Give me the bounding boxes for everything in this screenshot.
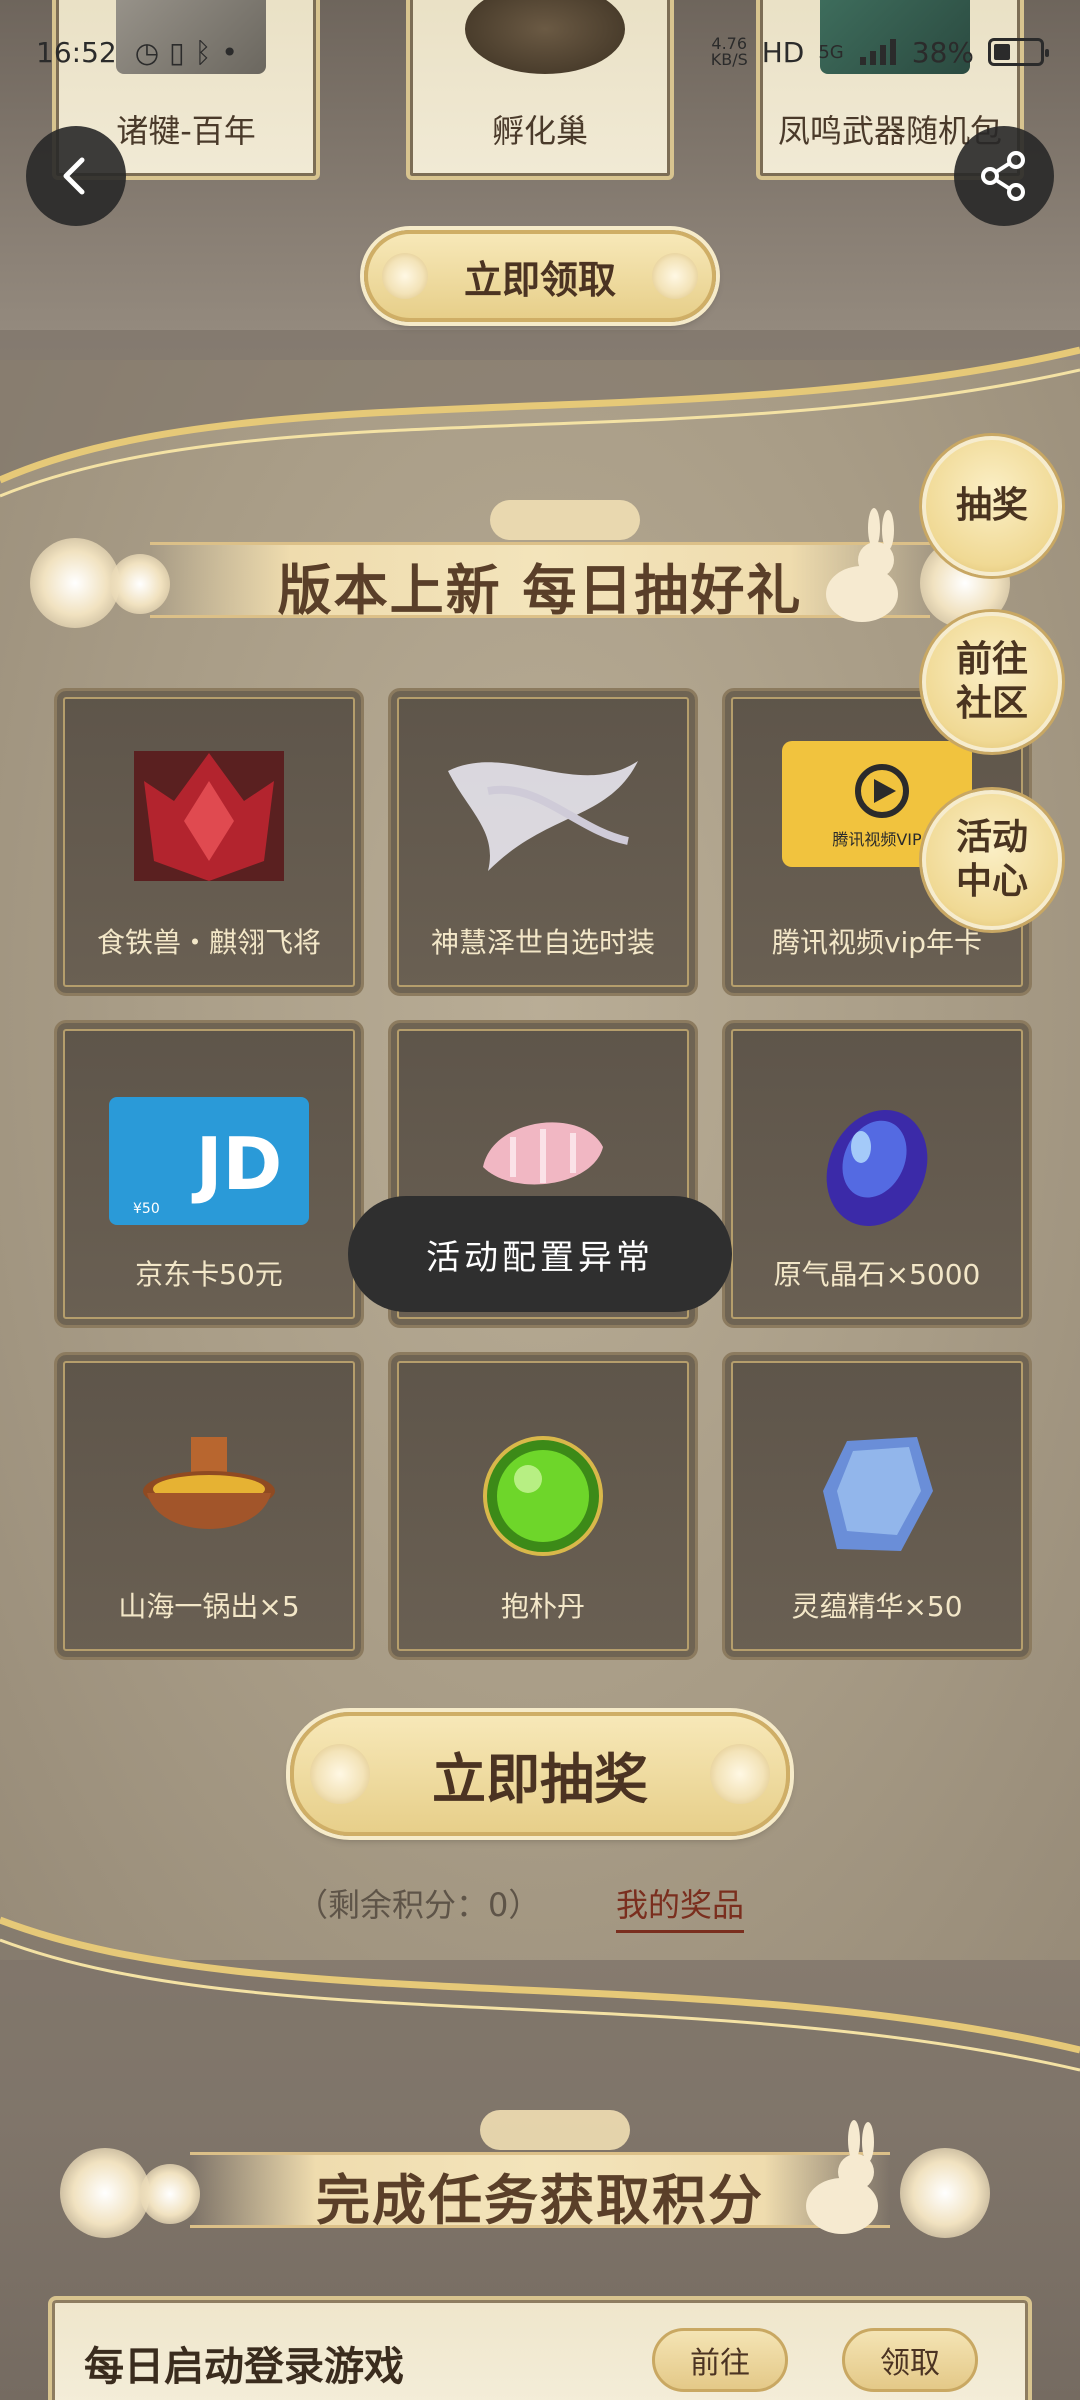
toast-message: 活动配置异常: [348, 1196, 732, 1312]
prize-card: 神慧泽世自选时装: [388, 688, 698, 996]
crystal-icon: [826, 1109, 928, 1227]
prize-card: JD ¥50 京东卡50元: [54, 1020, 364, 1328]
beast-icon: [134, 751, 284, 881]
flower-icon: [310, 1744, 370, 1804]
activity-center-side-button[interactable]: 活动 中心: [922, 790, 1062, 930]
goto-label: 前往: [690, 2346, 750, 2381]
battery-icon: [988, 38, 1049, 66]
costume-icon: [448, 761, 638, 871]
prize-card: 原气晶石×5000: [722, 1020, 1032, 1328]
share-icon: [981, 151, 1025, 201]
essence-stone-icon: [823, 1437, 933, 1551]
green-pill-icon: [483, 1436, 603, 1556]
lottery-side-label: 抽奖: [955, 485, 1028, 526]
draw-now-button[interactable]: 立即抽奖: [290, 1712, 790, 1836]
draw-now-label: 立即抽奖: [432, 1747, 648, 1811]
goto-button[interactable]: 前往: [652, 2328, 788, 2392]
pink-shell-icon: [483, 1122, 603, 1185]
claim-task-label: 领取: [880, 2346, 940, 2381]
activity-line2: 中心: [955, 861, 1028, 902]
lottery-side-button[interactable]: 抽奖: [922, 436, 1062, 576]
share-button[interactable]: [954, 126, 1054, 226]
my-prizes-link[interactable]: 我的奖品: [616, 1880, 745, 1933]
flower-decoration-icon: [900, 2148, 990, 2238]
status-right: 4.76 KB/S HD 5G 38%: [711, 35, 1049, 69]
hotpot-icon: [143, 1437, 275, 1529]
cloud-decoration: [490, 500, 640, 540]
task-card-daily-login: 每日启动登录游戏 前往 领取: [48, 2296, 1032, 2400]
cloud-decoration: [480, 2110, 630, 2150]
flower-icon: [710, 1744, 770, 1804]
prize-card: 抱朴丹: [388, 1352, 698, 1660]
prize-name: 京东卡50元: [135, 1258, 283, 1291]
hd-label: HD: [761, 35, 805, 69]
net-speed: 4.76 KB/S: [711, 36, 748, 68]
flower-icon: [382, 253, 428, 299]
battery-percent: 38%: [911, 35, 974, 69]
prize-name: 神慧泽世自选时装: [430, 926, 655, 959]
draw-banner: 版本上新 每日抽好礼: [20, 500, 1060, 640]
remaining-points: （剩余积分：0）: [296, 1886, 541, 1924]
claim-task-button[interactable]: 领取: [842, 2328, 978, 2392]
net-speed-unit: KB/S: [710, 50, 748, 69]
activity-line1: 活动: [955, 817, 1028, 858]
community-line1: 前往: [955, 639, 1028, 680]
claim-now-label: 立即领取: [463, 257, 616, 302]
task-title: 每日启动登录游戏: [84, 2344, 404, 2390]
status-icons: ◷ ▯ ᛒ •: [135, 36, 238, 69]
community-side-label: 前往 社区: [956, 638, 1028, 726]
prize-name: 山海一锅出×5: [118, 1590, 300, 1623]
rabbit-icon: [826, 508, 898, 622]
community-line2: 社区: [955, 683, 1028, 724]
prize-card: 食铁兽・麒翎飞将: [54, 688, 364, 996]
signal-alt-icon: ▯: [169, 35, 185, 69]
reward-label: 孵化巢: [491, 112, 588, 150]
network-type: 5G: [818, 41, 844, 63]
prize-card: 山海一锅出×5: [54, 1352, 364, 1660]
flower-icon: [652, 253, 698, 299]
status-bar: 16:52 ◷ ▯ ᛒ • 4.76 KB/S HD 5G 38%: [0, 0, 1080, 104]
notification-icon: ◷: [134, 35, 160, 69]
vip-card-text: 腾讯视频VIP: [832, 830, 922, 849]
activity-side-label: 活动 中心: [956, 816, 1028, 904]
back-button[interactable]: [26, 126, 126, 226]
jd-card-value: ¥50: [133, 1201, 160, 1217]
prize-card: 灵蕴精华×50: [722, 1352, 1032, 1660]
prize-name: 食铁兽・麒翎飞将: [96, 926, 321, 959]
bluetooth-icon: ᛒ: [194, 35, 212, 69]
status-time: 16:52: [36, 35, 117, 69]
jd-card-icon: JD ¥50: [109, 1097, 309, 1225]
task-banner: 完成任务获取积分: [20, 2110, 1060, 2250]
signal-icon: [859, 39, 896, 65]
claim-now-button[interactable]: 立即领取: [364, 230, 716, 322]
rabbit-icon: [806, 2120, 878, 2234]
prize-name: 原气晶石×5000: [773, 1258, 981, 1291]
prize-name: 灵蕴精华×50: [791, 1590, 963, 1623]
community-side-button[interactable]: 前往 社区: [922, 612, 1062, 752]
jd-card-text: JD: [191, 1122, 283, 1206]
dot-icon: •: [221, 35, 238, 69]
chevron-left-icon: [63, 157, 85, 195]
prize-name: 抱朴丹: [500, 1590, 585, 1623]
